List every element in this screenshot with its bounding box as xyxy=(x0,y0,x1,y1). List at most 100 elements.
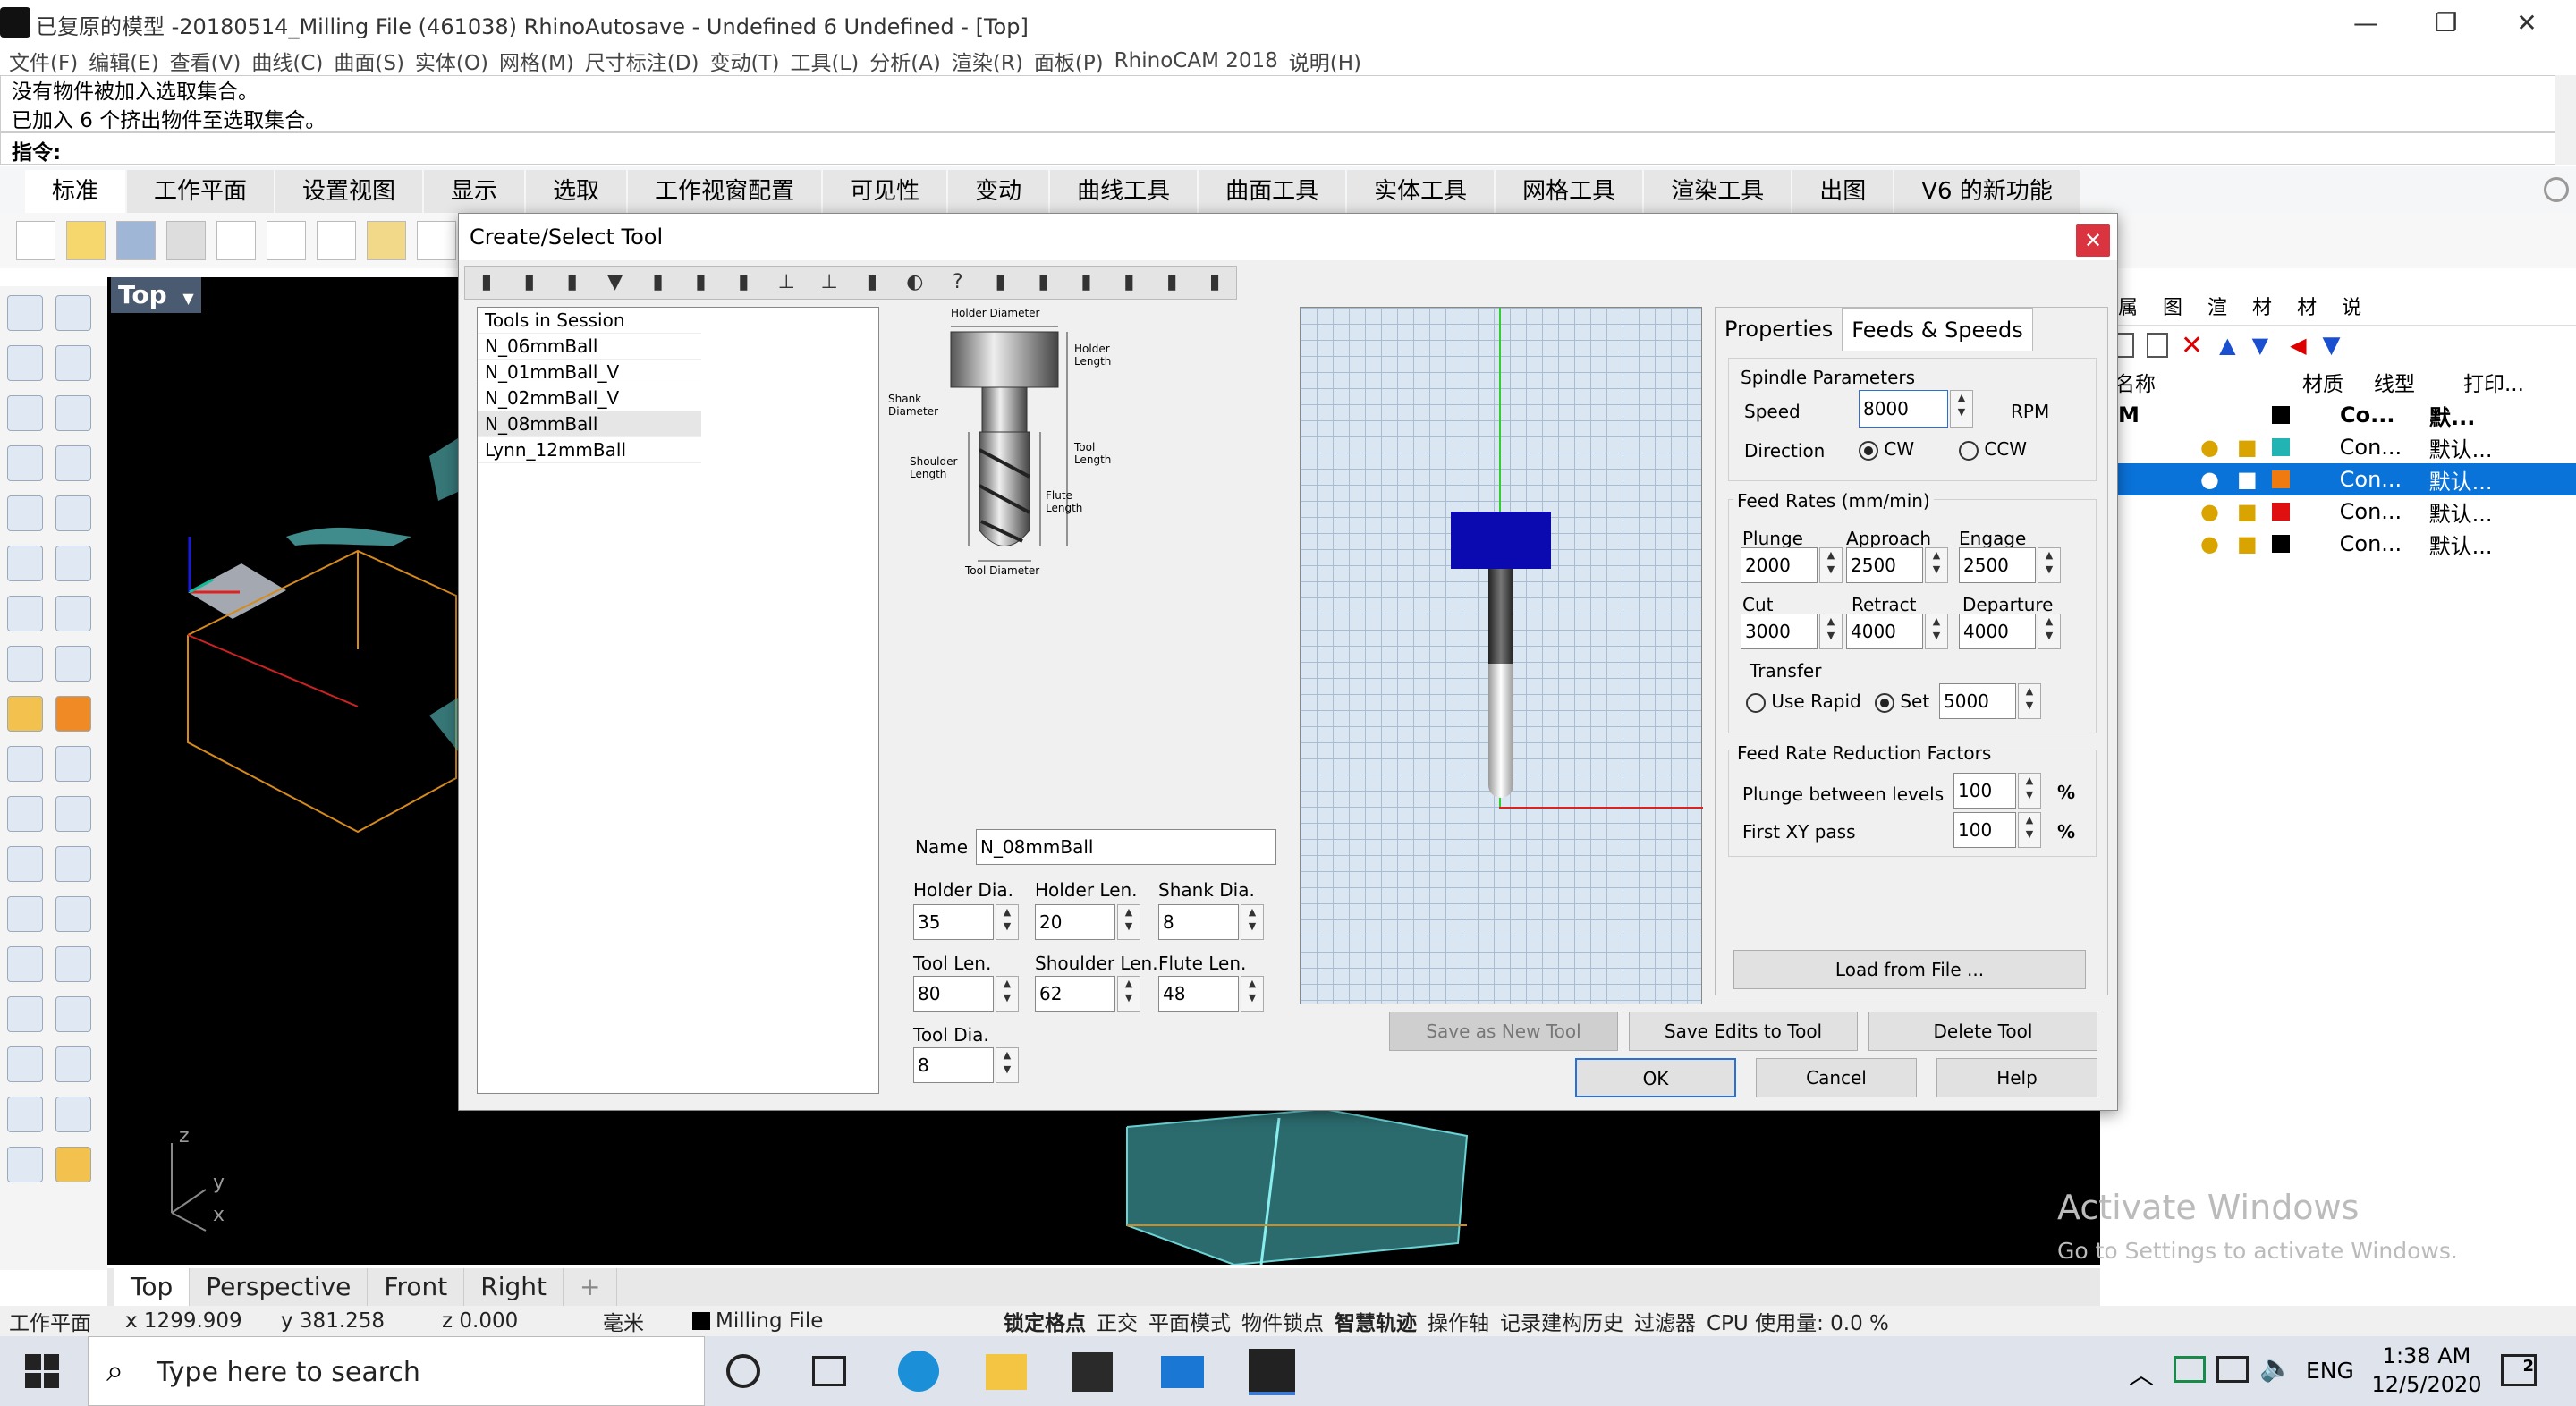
group-icon[interactable] xyxy=(7,796,43,832)
panel-tab-render[interactable]: 渲 xyxy=(2207,292,2227,320)
volume-icon[interactable]: 🔈 xyxy=(2259,1352,2292,1384)
holder-dia-input[interactable]: 35 xyxy=(913,904,994,940)
layer-color-swatch[interactable] xyxy=(2271,470,2290,488)
retract-spinner[interactable]: ▲ ▼ xyxy=(1925,614,1948,649)
layer-row-selected[interactable]: ● ■ Con... 默认... xyxy=(2100,463,2576,495)
grid-icon[interactable] xyxy=(7,1046,43,1082)
tab-standard[interactable]: 标准 xyxy=(25,170,126,213)
rhino-taskbar-icon[interactable] xyxy=(1249,1349,1295,1395)
panel-tab-help[interactable]: 说 xyxy=(2342,292,2361,320)
dimension-icon[interactable] xyxy=(55,1147,91,1182)
edge-icon[interactable] xyxy=(898,1351,939,1392)
plunge-levels-spinner[interactable]: ▲ ▼ xyxy=(2018,773,2041,809)
panel-tab-properties[interactable]: 属 xyxy=(2118,292,2138,320)
shank-dia-input[interactable]: 8 xyxy=(1158,904,1239,940)
gumball-icon[interactable] xyxy=(55,1046,91,1082)
speed-spinner[interactable]: ▲ ▼ xyxy=(1950,390,1973,428)
box-edit-icon[interactable] xyxy=(7,996,43,1032)
menu-file[interactable]: 文件(F) xyxy=(9,46,78,76)
corner-radius-icon[interactable]: ▮ xyxy=(555,268,590,297)
tool-list-item[interactable]: N_01mmBall_V xyxy=(478,360,701,385)
cylinder-icon[interactable] xyxy=(7,646,43,682)
tab-set-view[interactable]: 设置视图 xyxy=(275,170,423,213)
menu-view[interactable]: 查看(V) xyxy=(170,46,242,76)
check-icon[interactable] xyxy=(55,1097,91,1132)
layer-color-swatch[interactable] xyxy=(2271,503,2290,521)
polyline-icon[interactable] xyxy=(7,345,43,381)
cw-option[interactable]: CW xyxy=(1859,438,1914,461)
lightbulb-icon[interactable]: ● xyxy=(2200,435,2219,460)
layer-row[interactable]: ● ■ Con... 默认... xyxy=(2100,431,2576,463)
scale-icon[interactable] xyxy=(55,896,91,932)
tap-icon[interactable]: ▮ xyxy=(1026,268,1062,297)
panel-tab-library[interactable]: 材 xyxy=(2297,292,2317,320)
menu-render[interactable]: 渲染(R) xyxy=(952,46,1023,76)
move-up-icon[interactable]: ▲ xyxy=(2219,333,2235,358)
vtab-perspective[interactable]: Perspective xyxy=(190,1268,369,1306)
use-rapid-option[interactable]: Use Rapid xyxy=(1746,690,1861,713)
tab-curve-tools[interactable]: 曲线工具 xyxy=(1050,170,1198,213)
use-rapid-radio[interactable] xyxy=(1746,692,1766,713)
engrave-tool-icon[interactable]: ▮ xyxy=(1197,268,1233,297)
monitor-icon[interactable] xyxy=(2216,1356,2249,1383)
shank-dia-spinner[interactable]: ▲ ▼ xyxy=(1241,904,1264,940)
tool-dia-input[interactable]: 8 xyxy=(913,1047,994,1083)
dialog-close-button[interactable]: ✕ xyxy=(2076,224,2110,257)
toggle-gumball[interactable]: 操作轴 xyxy=(1428,1306,1489,1336)
approach-input[interactable]: 2500 xyxy=(1846,547,1923,583)
status-layer[interactable]: Milling File xyxy=(716,1309,1004,1333)
lock-icon[interactable]: ■ xyxy=(2237,435,2258,460)
menu-help[interactable]: 说明(H) xyxy=(1289,46,1361,76)
tab-display[interactable]: 显示 xyxy=(424,170,525,213)
menu-tools[interactable]: 工具(L) xyxy=(790,46,859,76)
tab-new-in-v6[interactable]: V6 的新功能 xyxy=(1894,170,2080,213)
boolean-icon[interactable] xyxy=(55,696,91,732)
tool-len-spinner[interactable]: ▲ ▼ xyxy=(996,976,1019,1012)
layer-color-swatch[interactable] xyxy=(2271,438,2290,456)
vtab-front[interactable]: Front xyxy=(368,1268,465,1306)
tab-render-tools[interactable]: 渲染工具 xyxy=(1644,170,1792,213)
move-parent-icon[interactable]: ◀ xyxy=(2290,333,2306,358)
tool-list-item[interactable]: N_06mmBall xyxy=(478,334,701,360)
gear-icon[interactable] xyxy=(2544,177,2569,202)
save-icon[interactable] xyxy=(116,221,156,260)
flute-len-input[interactable]: 48 xyxy=(1158,976,1239,1012)
menu-mesh[interactable]: 网格(M) xyxy=(499,46,574,76)
first-xy-spinner[interactable]: ▲ ▼ xyxy=(2018,812,2041,848)
windows-start-icon[interactable] xyxy=(25,1354,59,1388)
lightbulb-icon[interactable]: ● xyxy=(2200,499,2219,524)
layer-row[interactable]: ● ■ Con... 默认... xyxy=(2100,528,2576,560)
help-button[interactable]: Help xyxy=(1936,1058,2097,1097)
ok-button[interactable]: OK xyxy=(1575,1058,1736,1097)
vtab-right[interactable]: Right xyxy=(464,1268,564,1306)
vtab-top[interactable]: Top xyxy=(114,1268,191,1306)
clock-time[interactable]: 1:38 AM xyxy=(2377,1343,2476,1368)
menu-edit[interactable]: 编辑(E) xyxy=(89,46,158,76)
tab-cplanes[interactable]: 工作平面 xyxy=(127,170,275,213)
toggle-history[interactable]: 记录建构历史 xyxy=(1500,1306,1623,1336)
chevron-down-icon[interactable]: ▼ xyxy=(182,290,193,307)
speed-input[interactable]: 8000 xyxy=(1859,390,1948,428)
thread-mill-icon[interactable]: ▮ xyxy=(1154,268,1190,297)
arc-icon[interactable] xyxy=(7,445,43,481)
menu-solid[interactable]: 实体(O) xyxy=(415,46,488,76)
plunge-spinner[interactable]: ▲ ▼ xyxy=(1819,547,1843,583)
delete-tool-button[interactable]: Delete Tool xyxy=(1868,1012,2097,1051)
cortana-icon[interactable] xyxy=(726,1354,760,1388)
notification-icon[interactable]: 2 xyxy=(2501,1354,2537,1386)
reamer-icon[interactable]: ▮ xyxy=(1068,268,1104,297)
array-icon[interactable] xyxy=(7,946,43,982)
set-option[interactable]: Set xyxy=(1875,690,1929,713)
ccw-radio[interactable] xyxy=(1959,440,1979,461)
center-drill-icon[interactable]: ▮ xyxy=(983,268,1019,297)
tab-drafting[interactable]: 出图 xyxy=(1792,170,1894,213)
new-sublayer-icon[interactable] xyxy=(2147,333,2168,358)
lock-icon[interactable]: ■ xyxy=(2237,499,2258,524)
lock-icon[interactable]: ■ xyxy=(2237,531,2258,556)
save-as-new-tool-button[interactable]: Save as New Tool xyxy=(1389,1012,1618,1051)
toggle-planar[interactable]: 平面模式 xyxy=(1148,1306,1231,1336)
delete-layer-icon[interactable]: ✕ xyxy=(2181,330,2203,361)
tab-properties[interactable]: Properties xyxy=(1716,308,1842,351)
column-linetype[interactable]: 线型 xyxy=(2374,367,2463,397)
toggle-filter[interactable]: 过滤器 xyxy=(1634,1306,1696,1336)
